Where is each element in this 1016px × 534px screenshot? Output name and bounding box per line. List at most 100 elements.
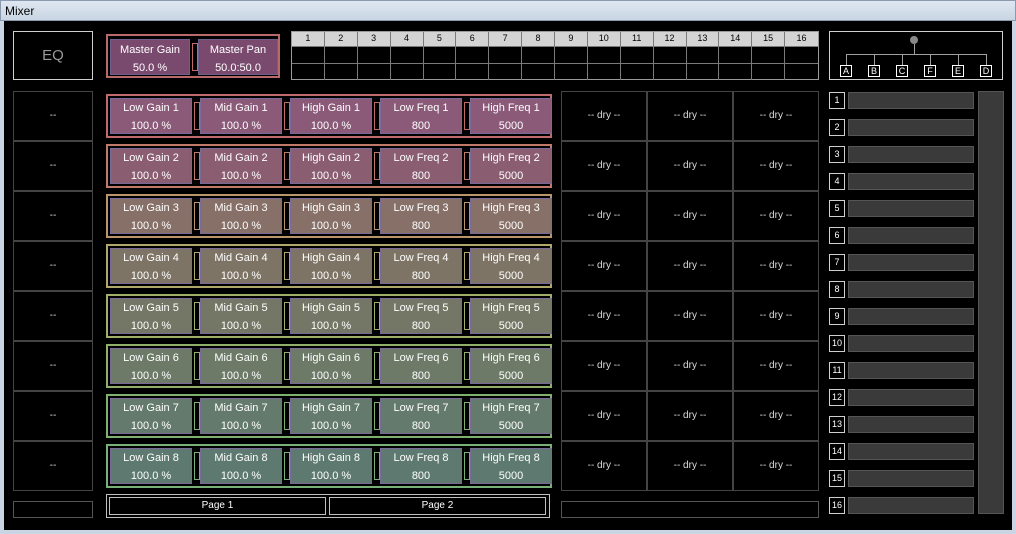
dry-send-cell[interactable]: -- dry -- <box>647 241 733 291</box>
low-freq-knob[interactable]: Low Freq 6 800 <box>380 348 462 384</box>
high-freq-knob[interactable]: High Freq 1 5000 <box>470 98 552 134</box>
slot-bar[interactable] <box>848 227 974 244</box>
slot-number[interactable]: 4 <box>829 173 845 190</box>
slot-number[interactable]: 15 <box>829 470 845 487</box>
page-2-button[interactable]: Page 2 <box>329 497 546 515</box>
dry-send-cell[interactable]: -- dry -- <box>733 391 819 441</box>
high-gain-knob[interactable]: High Gain 1 100.0 % <box>290 98 372 134</box>
slot-bar[interactable] <box>848 92 974 109</box>
tree-node[interactable]: B <box>868 65 880 77</box>
channel-grid-cell[interactable] <box>358 64 391 80</box>
channel-grid-cell[interactable] <box>588 64 621 80</box>
low-gain-knob[interactable]: Low Gain 2 100.0 % <box>110 148 192 184</box>
slot-number[interactable]: 8 <box>829 281 845 298</box>
low-freq-knob[interactable]: Low Freq 7 800 <box>380 398 462 434</box>
channel-grid-cell[interactable] <box>719 64 753 80</box>
high-gain-knob[interactable]: High Gain 6 100.0 % <box>290 348 372 384</box>
tree-node[interactable]: F <box>924 65 936 77</box>
channel-grid-cell[interactable] <box>424 47 457 63</box>
channel-grid-cell[interactable] <box>292 47 325 63</box>
low-gain-knob[interactable]: Low Gain 7 100.0 % <box>110 398 192 434</box>
channel-name-cell[interactable]: -- <box>13 241 93 291</box>
dry-send-cell[interactable]: -- dry -- <box>733 141 819 191</box>
channel-grid-cell[interactable] <box>719 47 753 63</box>
dry-send-cell[interactable]: -- dry -- <box>561 291 647 341</box>
mid-gain-knob[interactable]: Mid Gain 3 100.0 % <box>200 198 282 234</box>
dry-send-cell[interactable]: -- dry -- <box>561 191 647 241</box>
slot-bar[interactable] <box>848 173 974 190</box>
slot-bar[interactable] <box>848 443 974 460</box>
slot-number[interactable]: 9 <box>829 308 845 325</box>
mid-gain-knob[interactable]: Mid Gain 4 100.0 % <box>200 248 282 284</box>
slot-number[interactable]: 5 <box>829 200 845 217</box>
slot-number[interactable]: 12 <box>829 389 845 406</box>
channel-name-cell[interactable]: -- <box>13 141 93 191</box>
dry-send-cell[interactable]: -- dry -- <box>733 241 819 291</box>
channel-grid-cell[interactable] <box>424 64 457 80</box>
channel-name-cell[interactable]: -- <box>13 341 93 391</box>
mid-gain-knob[interactable]: Mid Gain 1 100.0 % <box>200 98 282 134</box>
high-gain-knob[interactable]: High Gain 7 100.0 % <box>290 398 372 434</box>
high-gain-knob[interactable]: High Gain 4 100.0 % <box>290 248 372 284</box>
dry-send-cell[interactable]: -- dry -- <box>647 441 733 491</box>
master-pan-knob[interactable]: Master Pan 50.0:50.0 <box>198 39 278 75</box>
channel-grid-cell[interactable] <box>785 47 818 63</box>
dry-send-cell[interactable]: -- dry -- <box>733 341 819 391</box>
slot-bar[interactable] <box>848 362 974 379</box>
mid-gain-knob[interactable]: Mid Gain 7 100.0 % <box>200 398 282 434</box>
slot-number[interactable]: 2 <box>829 119 845 136</box>
slot-number[interactable]: 16 <box>829 497 845 514</box>
mid-gain-knob[interactable]: Mid Gain 8 100.0 % <box>200 448 282 484</box>
low-freq-knob[interactable]: Low Freq 4 800 <box>380 248 462 284</box>
mid-gain-knob[interactable]: Mid Gain 5 100.0 % <box>200 298 282 334</box>
tree-node[interactable]: D <box>980 65 992 77</box>
channel-name-cell[interactable]: -- <box>13 191 93 241</box>
high-gain-knob[interactable]: High Gain 8 100.0 % <box>290 448 372 484</box>
high-freq-knob[interactable]: High Freq 5 5000 <box>470 298 552 334</box>
master-gain-knob[interactable]: Master Gain 50.0 % <box>110 39 190 75</box>
high-freq-knob[interactable]: High Freq 6 5000 <box>470 348 552 384</box>
eq-button[interactable]: EQ <box>13 31 93 80</box>
slot-bar[interactable] <box>848 281 974 298</box>
low-freq-knob[interactable]: Low Freq 1 800 <box>380 98 462 134</box>
channel-grid-cell[interactable] <box>456 47 490 63</box>
channel-grid-cell[interactable] <box>654 64 687 80</box>
high-freq-knob[interactable]: High Freq 4 5000 <box>470 248 552 284</box>
slot-number[interactable]: 7 <box>829 254 845 271</box>
slot-bar[interactable] <box>848 470 974 487</box>
slot-bar[interactable] <box>848 416 974 433</box>
slot-bar[interactable] <box>848 146 974 163</box>
channel-grid-cell[interactable] <box>391 47 424 63</box>
channel-grid-cell[interactable] <box>292 64 325 80</box>
dry-send-cell[interactable]: -- dry -- <box>647 291 733 341</box>
channel-grid-cell[interactable] <box>522 47 555 63</box>
low-gain-knob[interactable]: Low Gain 4 100.0 % <box>110 248 192 284</box>
channel-grid-cell[interactable] <box>621 47 654 63</box>
slot-number[interactable]: 11 <box>829 362 845 379</box>
slot-number[interactable]: 14 <box>829 443 845 460</box>
channel-grid-cell[interactable] <box>522 64 555 80</box>
low-freq-knob[interactable]: Low Freq 8 800 <box>380 448 462 484</box>
channel-grid-cell[interactable] <box>555 64 588 80</box>
channel-grid-cell[interactable] <box>325 64 358 80</box>
low-gain-knob[interactable]: Low Gain 1 100.0 % <box>110 98 192 134</box>
page-1-button[interactable]: Page 1 <box>109 497 326 515</box>
channel-grid-cell[interactable] <box>687 64 720 80</box>
low-gain-knob[interactable]: Low Gain 3 100.0 % <box>110 198 192 234</box>
slot-number[interactable]: 13 <box>829 416 845 433</box>
channel-grid-cell[interactable] <box>687 47 720 63</box>
high-gain-knob[interactable]: High Gain 3 100.0 % <box>290 198 372 234</box>
dry-send-cell[interactable]: -- dry -- <box>733 91 819 141</box>
vertical-scrollbar[interactable] <box>978 91 1004 514</box>
low-gain-knob[interactable]: Low Gain 6 100.0 % <box>110 348 192 384</box>
dry-send-cell[interactable]: -- dry -- <box>561 141 647 191</box>
dry-send-cell[interactable]: -- dry -- <box>733 291 819 341</box>
slot-bar[interactable] <box>848 119 974 136</box>
high-gain-knob[interactable]: High Gain 2 100.0 % <box>290 148 372 184</box>
slot-number[interactable]: 1 <box>829 92 845 109</box>
channel-grid-cell[interactable] <box>752 47 786 63</box>
channel-grid-cell[interactable] <box>489 64 523 80</box>
channel-grid-cell[interactable] <box>621 64 654 80</box>
dry-send-cell[interactable]: -- dry -- <box>647 141 733 191</box>
dry-send-cell[interactable]: -- dry -- <box>561 341 647 391</box>
